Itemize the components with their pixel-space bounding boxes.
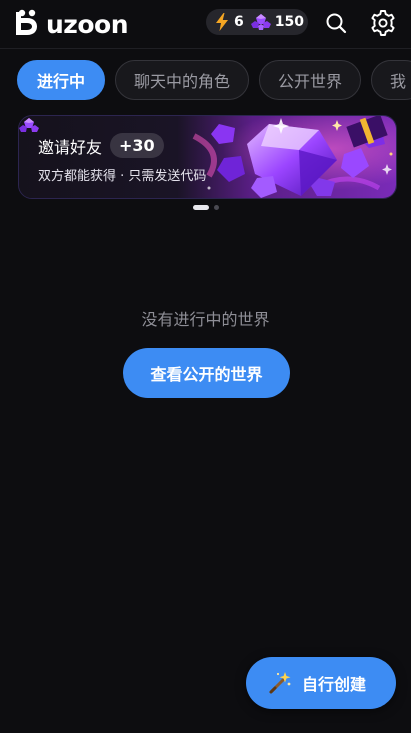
app-root: uzoon 6 150 进行中 聊天中的角色 公开世界 我 邀请好友 +30 双…	[0, 0, 411, 733]
carousel-indicator	[193, 205, 219, 210]
logo[interactable]: uzoon	[13, 7, 129, 41]
filter-tabs: 进行中 聊天中的角色 公开世界 我	[17, 60, 411, 102]
tab-public-worlds[interactable]: 公开世界	[259, 60, 362, 100]
carousel-dot-active[interactable]	[193, 205, 209, 210]
settings-button[interactable]	[369, 9, 397, 37]
gem-cluster-icon	[250, 14, 271, 30]
tab-chatting-characters[interactable]: 聊天中的角色	[115, 60, 250, 100]
search-icon	[326, 13, 347, 34]
search-button[interactable]	[322, 9, 350, 37]
banner-title: 邀请好友	[38, 137, 103, 157]
top-bar: uzoon 6 150	[0, 0, 411, 49]
gear-icon	[371, 10, 395, 36]
logo-text: uzoon	[46, 9, 129, 39]
create-own-label: 自行创建	[302, 675, 367, 694]
logo-b-mark-icon	[16, 9, 37, 35]
lightning-icon	[216, 13, 228, 31]
banner-subtitle: 双方都能获得 · 只需发送代码	[38, 169, 207, 184]
magic-wand-icon	[269, 672, 291, 694]
gem-count: 150	[274, 14, 304, 30]
currency-pill[interactable]: 6 150	[206, 9, 308, 35]
banner-title-row: 邀请好友 +30	[38, 133, 164, 158]
invite-banner[interactable]: 邀请好友 +30 双方都能获得 · 只需发送代码	[18, 115, 397, 199]
tab-mine[interactable]: 我	[371, 60, 411, 100]
gem-corner-icon	[19, 118, 39, 132]
energy-count: 6	[234, 14, 244, 30]
carousel-dot[interactable]	[214, 205, 219, 210]
view-public-worlds-button[interactable]: 查看公开的世界	[123, 348, 290, 398]
tab-in-progress[interactable]: 进行中	[17, 60, 106, 100]
empty-state-message: 没有进行中的世界	[141, 310, 270, 329]
reward-badge: +30	[110, 133, 164, 158]
create-own-button[interactable]: 自行创建	[246, 657, 396, 709]
